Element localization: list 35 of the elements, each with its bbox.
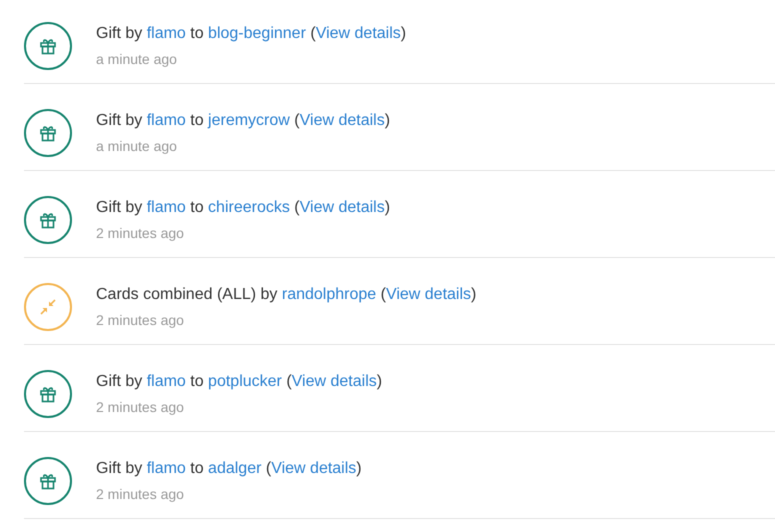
link[interactable]: jeremycrow [208, 112, 290, 129]
link[interactable]: View details [300, 199, 385, 216]
link[interactable]: blog-beginner [208, 25, 306, 42]
link[interactable]: chireerocks [208, 199, 290, 216]
activity-description: Cards combined (ALL) by randolphrope (View details) [96, 285, 476, 305]
activity-description: Gift by flamo to adalger (View details) [96, 459, 362, 479]
gift-icon [39, 472, 57, 490]
collapse-arrows-icon [39, 298, 57, 316]
link[interactable]: View details [292, 373, 377, 390]
timestamp: 2 minutes ago [96, 398, 185, 416]
timestamp: a minute ago [96, 50, 178, 68]
link[interactable]: flamo [146, 199, 186, 216]
link[interactable]: View details [300, 112, 385, 129]
link[interactable]: flamo [146, 112, 186, 129]
link[interactable]: flamo [146, 25, 186, 42]
link[interactable]: randolphrope [282, 286, 376, 303]
gift-icon [39, 124, 57, 142]
link[interactable]: flamo [146, 460, 186, 477]
activity-description: Gift by flamo to chireerocks (View details) [96, 198, 390, 218]
timestamp: 2 minutes ago [96, 485, 185, 503]
activity-description: Gift by flamo to blog-beginner (View details) [96, 24, 406, 44]
link[interactable]: potplucker [208, 373, 282, 390]
link[interactable]: View details [316, 25, 401, 42]
gift-icon [39, 385, 57, 403]
gift-icon [39, 211, 57, 229]
link[interactable]: adalger [208, 460, 262, 477]
link[interactable]: View details [271, 460, 356, 477]
gift-icon [39, 37, 57, 55]
timestamp: 2 minutes ago [96, 224, 185, 242]
link[interactable]: flamo [146, 373, 186, 390]
timestamp: 2 minutes ago [96, 311, 185, 329]
activity-description: Gift by flamo to jeremycrow (View details) [96, 111, 390, 131]
activity-description: Gift by flamo to potplucker (View details) [96, 372, 382, 392]
timestamp: a minute ago [96, 137, 178, 155]
link[interactable]: View details [386, 286, 472, 303]
